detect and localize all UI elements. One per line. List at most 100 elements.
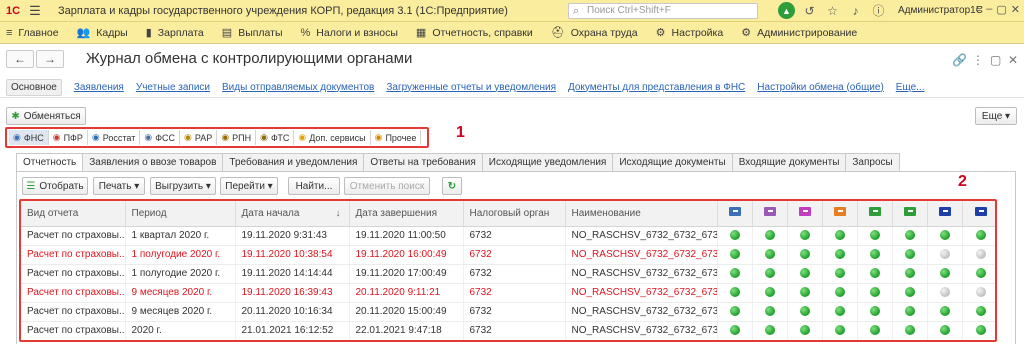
- org-tab[interactable]: ◉ Прочее: [371, 130, 422, 145]
- main-menu-item[interactable]: ▦ Отчетность, справки: [416, 26, 533, 40]
- find-label: Найти...: [295, 180, 333, 192]
- status-column-header[interactable]: [892, 201, 928, 227]
- column-header[interactable]: Дата завершения: [349, 201, 464, 227]
- main-menu-item[interactable]: ≡ Главное: [6, 27, 59, 39]
- sub-tab[interactable]: Исходящие уведомления: [482, 153, 614, 172]
- main-menu-item[interactable]: 👥 Кадры: [77, 26, 128, 40]
- current-user[interactable]: Администратор1С: [898, 5, 983, 16]
- send-icon: ☰: [26, 180, 36, 192]
- find-button[interactable]: Найти...: [288, 177, 340, 195]
- org-tab[interactable]: ◉ Росстат: [88, 130, 141, 145]
- main-menu-item[interactable]: % Налоги и взносы: [301, 27, 398, 39]
- forward-button[interactable]: →: [36, 50, 64, 68]
- org-tab[interactable]: ◉ ПФР: [49, 130, 88, 145]
- link-icon[interactable]: 🔗: [952, 53, 967, 67]
- cell-end: 19.11.2020 16:00:49: [349, 245, 464, 265]
- sub-tab[interactable]: Исходящие документы: [613, 153, 733, 172]
- status-column-header[interactable]: [787, 201, 823, 227]
- status-column-header[interactable]: [857, 201, 893, 227]
- fss-icon: ◉: [144, 132, 153, 142]
- table-row[interactable]: Расчет по страховы... 9 месяцев 2020 г. 20…: [21, 302, 995, 322]
- minimize-icon[interactable]: –: [986, 3, 992, 16]
- cancel-search-button[interactable]: Отменить поиск: [344, 177, 430, 195]
- status-green-indicator: [729, 268, 740, 279]
- main-menu-item[interactable]: ⚙ Администрирование: [741, 26, 857, 40]
- table-row[interactable]: Расчет по страховы... 2020 г. 21.01.2021 1…: [21, 321, 995, 340]
- global-search-input[interactable]: ⌕ Поиск Ctrl+Shift+F: [568, 3, 758, 19]
- print-button[interactable]: Печать ▾: [93, 177, 145, 195]
- table-row[interactable]: Расчет по страховы... 1 полугодие 2020 г.…: [21, 264, 995, 284]
- status-column-header[interactable]: [717, 201, 753, 227]
- link-main[interactable]: Основное: [6, 78, 62, 96]
- form-link[interactable]: Виды отправляемых документов: [222, 82, 374, 93]
- settings-menu-icon[interactable]: ≡: [976, 3, 982, 16]
- column-header[interactable]: Период: [125, 201, 236, 227]
- info-icon[interactable]: ⓘ: [870, 2, 887, 19]
- main-menu-item[interactable]: ⚙ Настройка: [656, 26, 724, 40]
- status-column-header[interactable]: [822, 201, 858, 227]
- form-link[interactable]: Документы для представления в ФНС: [568, 82, 745, 93]
- org-tab[interactable]: ◉ РПН: [217, 130, 257, 145]
- upload-button[interactable]: Выгрузить ▾: [150, 177, 216, 195]
- column-header[interactable]: Налоговый орган: [463, 201, 566, 227]
- main-menu-item[interactable]: ▮ Зарплата: [145, 26, 204, 40]
- favorites-icon[interactable]: ☆: [824, 2, 841, 19]
- form-close-icon[interactable]: ✕: [1008, 53, 1018, 67]
- bell-icon[interactable]: ♪: [847, 2, 864, 19]
- org-tab[interactable]: ◉ ФНС: [9, 130, 49, 145]
- cell-period: 1 полугодие 2020 г.: [125, 245, 236, 265]
- sub-tab[interactable]: Входящие документы: [732, 153, 847, 172]
- column-header[interactable]: Дата начала ↓: [235, 201, 350, 227]
- main-menu-item[interactable]: ⛑ Охрана труда: [551, 26, 638, 40]
- org-tab[interactable]: ◉ Доп. сервисы: [294, 130, 371, 145]
- sub-tab[interactable]: Требования и уведомления: [223, 153, 365, 172]
- table-row[interactable]: Расчет по страховы... 1 полугодие 2020 г.…: [21, 245, 995, 265]
- form-link[interactable]: Еще...: [896, 82, 925, 93]
- org-tab[interactable]: ◉ РАР: [180, 130, 218, 145]
- goto-button[interactable]: Перейти ▾: [220, 177, 278, 195]
- status-green-indicator: [764, 268, 775, 279]
- send-button[interactable]: ☰ Отобрать: [22, 177, 88, 195]
- org-tab[interactable]: ◉ ФСС: [140, 130, 181, 145]
- menu-icon: ≡: [6, 26, 13, 39]
- form-link[interactable]: Учетные записи: [136, 82, 210, 93]
- main-menu-label: Выплаты: [238, 26, 283, 39]
- status-column-header[interactable]: [962, 201, 995, 227]
- form-maximize-icon[interactable]: ▢: [990, 53, 1001, 67]
- close-icon[interactable]: ✕: [1011, 3, 1020, 16]
- notifications-icon[interactable]: ▲: [778, 2, 795, 19]
- column-header[interactable]: Вид отчета: [21, 201, 126, 227]
- status-cell: [962, 264, 995, 284]
- table-row[interactable]: Расчет по страховы... 1 квартал 2020 г. 19…: [21, 226, 995, 246]
- maximize-icon[interactable]: ▢: [996, 3, 1006, 16]
- status-gray-indicator: [939, 249, 950, 260]
- divider: [0, 97, 1024, 98]
- hamburger-menu-icon[interactable]: ☰: [26, 3, 44, 19]
- cell-org: 6732: [463, 226, 566, 246]
- org-tab[interactable]: ◉ ФТС: [256, 130, 295, 145]
- sub-tab[interactable]: Отчетность: [16, 153, 84, 172]
- more-actions-icon[interactable]: ⋮: [972, 53, 984, 67]
- status-column-header[interactable]: [927, 201, 963, 227]
- exchange-button[interactable]: ✱ Обменяться: [6, 107, 86, 125]
- form-link[interactable]: Загруженные отчеты и уведомления: [386, 82, 556, 93]
- message-status-icon: [833, 207, 846, 217]
- form-link[interactable]: Настройки обмена (общие): [757, 82, 884, 93]
- status-green-indicator: [799, 268, 810, 279]
- refresh-button[interactable]: ↻: [442, 177, 462, 195]
- status-cell: [717, 302, 753, 322]
- more-button[interactable]: Еще ▾: [975, 107, 1017, 125]
- history-icon[interactable]: ↺: [801, 2, 818, 19]
- sub-tab[interactable]: Запросы: [846, 153, 900, 172]
- sub-tab[interactable]: Ответы на требования: [364, 153, 483, 172]
- main-menu-item[interactable]: ▤ Выплаты: [222, 26, 283, 40]
- arrow-left-icon: ←: [14, 52, 26, 66]
- status-column-header[interactable]: [752, 201, 788, 227]
- column-header[interactable]: Наименование: [565, 201, 718, 227]
- salary-icon: ▮: [145, 27, 152, 39]
- status-cell: [892, 283, 928, 303]
- sub-tab[interactable]: Заявления о ввозе товаров: [83, 153, 224, 172]
- back-button[interactable]: ←: [6, 50, 34, 68]
- form-link[interactable]: Заявления: [74, 82, 124, 93]
- table-row[interactable]: Расчет по страховы... 9 месяцев 2020 г. 19…: [21, 283, 995, 303]
